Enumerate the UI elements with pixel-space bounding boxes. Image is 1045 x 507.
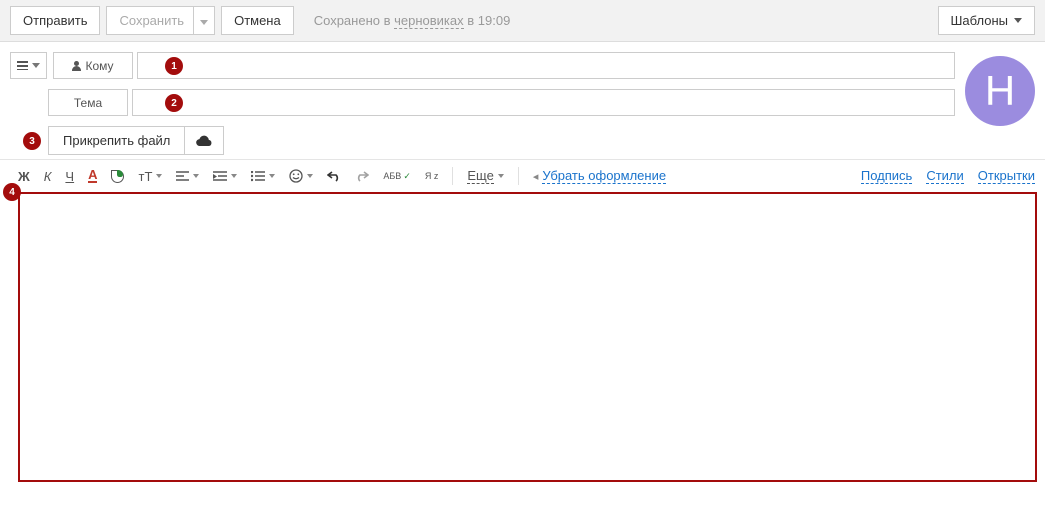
chevron-down-icon [200,20,208,25]
subject-label-button[interactable]: Тема [48,89,128,116]
to-input[interactable] [137,52,955,79]
list-icon [251,171,265,182]
annotation-3: 3 [23,132,41,150]
chevron-down-icon [32,63,40,68]
spellcheck-button[interactable]: АБВ✓ [383,172,410,181]
separator [452,167,453,185]
subject-input[interactable] [132,89,955,116]
cloud-icon [195,135,213,146]
indent-icon [213,171,227,182]
emoji-button[interactable] [289,169,313,183]
avatar: Н [965,56,1035,126]
templates-button[interactable]: Шаблоны [938,6,1036,35]
attach-cloud-button[interactable] [185,126,224,155]
annotation-1: 1 [165,57,183,75]
clear-format-button[interactable]: ◂ Убрать оформление [533,168,666,184]
menu-icon [17,61,28,70]
compose-header: Кому 1 Тема 2 Прикрепить файл 3 [0,42,1045,159]
italic-button[interactable]: К [44,169,52,184]
styles-link[interactable]: Стили [926,168,963,184]
bold-button[interactable]: Ж [18,169,30,184]
translit-button[interactable]: Я z [425,172,439,181]
more-button[interactable]: Еще [467,168,503,184]
annotation-2: 2 [165,94,183,112]
list-button[interactable] [251,171,275,182]
paint-icon [111,170,124,183]
redo-icon [355,170,369,182]
person-icon [72,61,81,71]
to-label-button[interactable]: Кому [53,52,133,79]
undo-icon [327,170,341,182]
align-left-icon [176,171,189,182]
drafts-link[interactable]: черновиках [394,13,464,29]
chevron-down-icon [1014,18,1022,23]
format-toolbar: Ж К Ч А тТ АБВ✓ Я z Еще ◂ [0,159,1045,192]
cancel-button[interactable]: Отмена [221,6,294,35]
font-color-button[interactable]: А [88,169,97,183]
save-menu-button[interactable] [193,6,215,35]
send-button[interactable]: Отправить [10,6,100,35]
attach-file-button[interactable]: Прикрепить файл [48,126,185,155]
save-button[interactable]: Сохранить [106,6,194,35]
cards-link[interactable]: Открытки [978,168,1035,184]
annotation-4: 4 [3,183,21,201]
font-size-button[interactable]: тТ [138,169,162,184]
top-toolbar: Отправить Сохранить Отмена Сохранено в ч… [0,0,1045,42]
save-status: Сохранено в черновиках в 19:09 [314,13,511,28]
indent-button[interactable] [213,171,237,182]
underline-button[interactable]: Ч [65,169,74,184]
highlight-button[interactable] [111,170,124,183]
message-body[interactable] [18,192,1037,482]
redo-button[interactable] [355,170,369,182]
undo-button[interactable] [327,170,341,182]
align-button[interactable] [176,171,199,182]
signature-link[interactable]: Подпись [861,168,912,184]
arrow-left-icon: ◂ [533,170,539,183]
separator [518,167,519,185]
smile-icon [289,169,303,183]
fields-menu-button[interactable] [10,52,47,79]
